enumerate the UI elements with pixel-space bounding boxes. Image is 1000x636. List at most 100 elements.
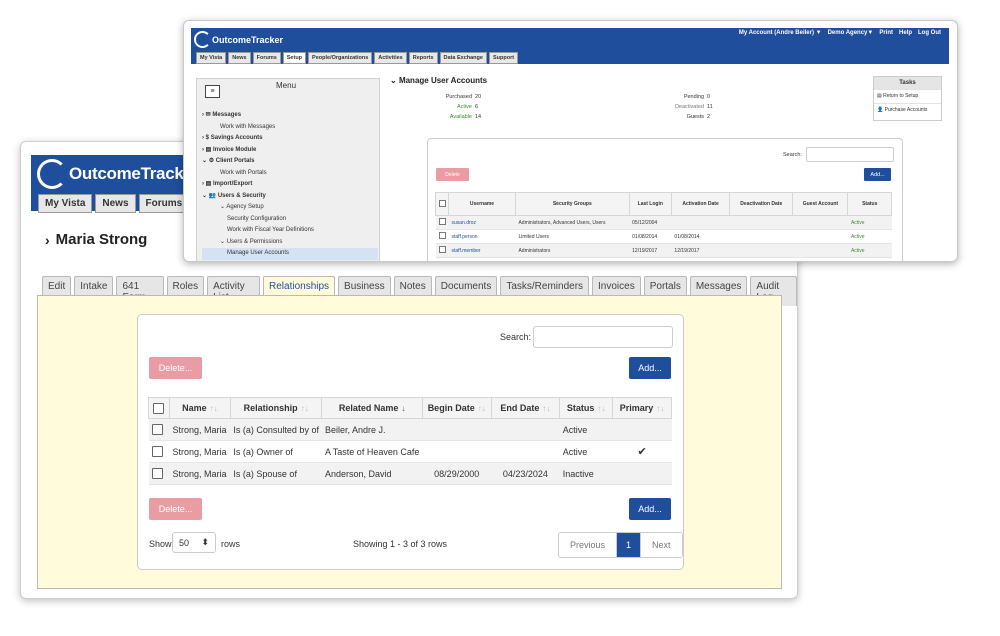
nav-tab-news[interactable]: News (95, 194, 136, 213)
col-last-login[interactable]: Last Login (628, 192, 672, 216)
nav-tab-support[interactable]: Support (488, 52, 519, 64)
delete-button-bottom[interactable]: Delete... (149, 498, 202, 520)
table-row[interactable]: Strong, Maria Is (a) Owner of A Taste of… (148, 440, 672, 463)
menu-item-work-with-portals[interactable]: Work with Portals (202, 168, 378, 180)
status-badge: Active (847, 243, 892, 258)
app-logo[interactable]: OutcomeTracker (194, 31, 283, 48)
col-name[interactable]: Name ↑↓ (168, 397, 231, 419)
col-end-date[interactable]: End Date ↑↓ (490, 397, 561, 419)
table-row[interactable]: Strong, Maria Is (a) Consulted by of Bei… (148, 418, 672, 441)
related-name-link[interactable]: A Taste of Heaven Cafe (321, 440, 423, 463)
menu-item-import-export[interactable]: › ▤ Import/Export (202, 179, 378, 191)
row-groups: Administrators (515, 243, 630, 258)
col-guest-account[interactable]: Guest Account (792, 192, 849, 216)
top-links: My Account (Andre Beiler) ▼ Demo Agency▼… (739, 30, 941, 36)
app-logo[interactable]: OutcomeTracker (37, 157, 199, 191)
menu-item-icon: › ▤ (202, 181, 212, 187)
table-row[interactable]: staff.member Administrators 12/19/2017 1… (435, 243, 892, 258)
task-purchase-accounts[interactable]: 👤 Purchase Accounts (874, 103, 941, 117)
page-size-select[interactable]: 50 ⬍ (172, 532, 216, 553)
delete-button-top[interactable]: Delete... (149, 357, 202, 379)
menu-item-work-with-messages[interactable]: Work with Messages (202, 122, 378, 134)
row-deactivation (729, 243, 793, 258)
primary-check-icon (612, 462, 672, 485)
menu-item-users-security[interactable]: ⌄ 👥 Users & Security (202, 191, 378, 203)
previous-page-button[interactable]: Previous (559, 533, 617, 557)
select-all-checkbox[interactable] (438, 199, 446, 207)
row-checkbox[interactable] (151, 446, 163, 458)
task-return-to-setup[interactable]: ▤ Return to Setup (874, 89, 941, 103)
side-menu: ≡ Menu › ✉ Messages Work with Messages › $… (196, 78, 380, 261)
status-badge: Active (847, 215, 892, 230)
logout-link[interactable]: Log Out (918, 30, 941, 36)
showing-count: Showing 1 - 3 of 3 rows (353, 539, 448, 549)
table-row[interactable]: Strong, Maria Is (a) Spouse of Anderson,… (148, 462, 672, 485)
add-button[interactable]: Add... (864, 168, 891, 181)
menu-item-security-configuration[interactable]: Security Configuration (202, 214, 378, 226)
col-deactivation-date[interactable]: Deactivation Date (729, 192, 794, 216)
menu-item-client-portals[interactable]: ⌄ ⚙ Client Portals (202, 156, 378, 168)
menu-item-messages[interactable]: › ✉ Messages (202, 110, 378, 122)
nav-tab-my-vista[interactable]: My Vista (38, 194, 93, 213)
row-checkbox[interactable] (438, 232, 446, 239)
col-begin-date[interactable]: Begin Date ↑↓ (421, 397, 492, 419)
nav-tab-activities[interactable]: Activities (374, 52, 407, 64)
stat-purchased-label: Purchased (445, 94, 472, 100)
related-name-link[interactable]: Beiler, Andre J. (321, 418, 423, 441)
search-input[interactable] (533, 326, 673, 348)
row-checkbox[interactable] (151, 468, 163, 480)
nav-tab-setup[interactable]: Setup (282, 52, 307, 64)
username-link[interactable]: susan.droz (448, 215, 516, 230)
table-row[interactable]: susan.droz Administrators, Advanced User… (435, 215, 892, 230)
menu-item-savings-accounts[interactable]: › $ Savings Accounts (202, 133, 378, 145)
nav-tab-forums[interactable]: Forums (138, 194, 190, 213)
nav-tab-my-vista[interactable]: My Vista (196, 52, 227, 64)
agency-menu[interactable]: Demo Agency▼ (828, 30, 874, 36)
username-link[interactable]: staff.member (448, 243, 516, 258)
col-status[interactable]: Status ↑↓ (559, 397, 614, 419)
username-link[interactable]: staff.person (448, 229, 516, 244)
col-primary[interactable]: Primary ↑↓ (612, 397, 672, 419)
nav-tab-reports[interactable]: Reports (408, 52, 438, 64)
col-status[interactable]: Status (847, 192, 892, 216)
menu-item-manage-user-accounts[interactable]: Manage User Accounts (202, 248, 378, 260)
menu-items: › ✉ Messages Work with Messages › $ Saving… (202, 110, 378, 260)
row-groups: Administrators, Advanced Users, Users (515, 215, 630, 230)
add-button-bottom[interactable]: Add... (629, 498, 671, 520)
row-activation: 12/19/2017 (671, 243, 730, 258)
nav-tab-people-organizations[interactable]: People/Organizations (308, 52, 373, 64)
delete-button[interactable]: Delete (436, 168, 469, 181)
menu-item-agency-setup[interactable]: ⌄ Agency Setup (202, 202, 378, 214)
col-relationship[interactable]: Relationship ↑↓ (229, 397, 323, 419)
my-account-menu[interactable]: My Account (Andre Beiler) ▼ (739, 30, 822, 36)
col-username[interactable]: Username (448, 192, 516, 216)
table-row[interactable]: staff.person Limited Users 01/08/2014 01… (435, 229, 892, 244)
col-related-name[interactable]: Related Name ↓ (321, 397, 423, 419)
nav-tab-data-exchange[interactable]: Data Exchange (439, 52, 487, 64)
col-security-groups[interactable]: Security Groups (514, 192, 630, 216)
select-all-checkbox[interactable] (153, 402, 165, 414)
help-link[interactable]: Help (899, 30, 912, 36)
col-activation-date[interactable]: Activation Date (670, 192, 731, 216)
related-name-link[interactable]: Anderson, David (321, 462, 423, 485)
menu-item-label: Users & Security (217, 192, 266, 199)
nav-tab-forums[interactable]: Forums (252, 52, 281, 64)
nav-tab-news[interactable]: News (228, 52, 251, 64)
search-input[interactable] (806, 147, 894, 162)
stat-guests-label: Guests (686, 114, 704, 120)
hamburger-icon[interactable]: ≡ (205, 85, 220, 98)
user-accounts-card: Search: Delete Add... Username Security … (427, 138, 903, 261)
menu-item-work-with-fiscal-year-definitions[interactable]: Work with Fiscal Year Definitions (202, 225, 378, 237)
print-link[interactable]: Print (879, 30, 893, 36)
next-page-button[interactable]: Next (640, 533, 682, 557)
current-page-button[interactable]: 1 (616, 533, 641, 557)
row-guest (792, 229, 848, 244)
sort-icon: ↑↓ (477, 404, 486, 413)
add-button-top[interactable]: Add... (629, 357, 671, 379)
row-checkbox[interactable] (151, 424, 163, 436)
chevron-right-icon[interactable]: › (45, 232, 50, 248)
menu-item-users-permissions[interactable]: ⌄ Users & Permissions (202, 237, 378, 249)
row-checkbox[interactable] (438, 246, 446, 253)
menu-item-invoice-module[interactable]: › ▤ Invoice Module (202, 145, 378, 157)
row-checkbox[interactable] (438, 218, 446, 225)
